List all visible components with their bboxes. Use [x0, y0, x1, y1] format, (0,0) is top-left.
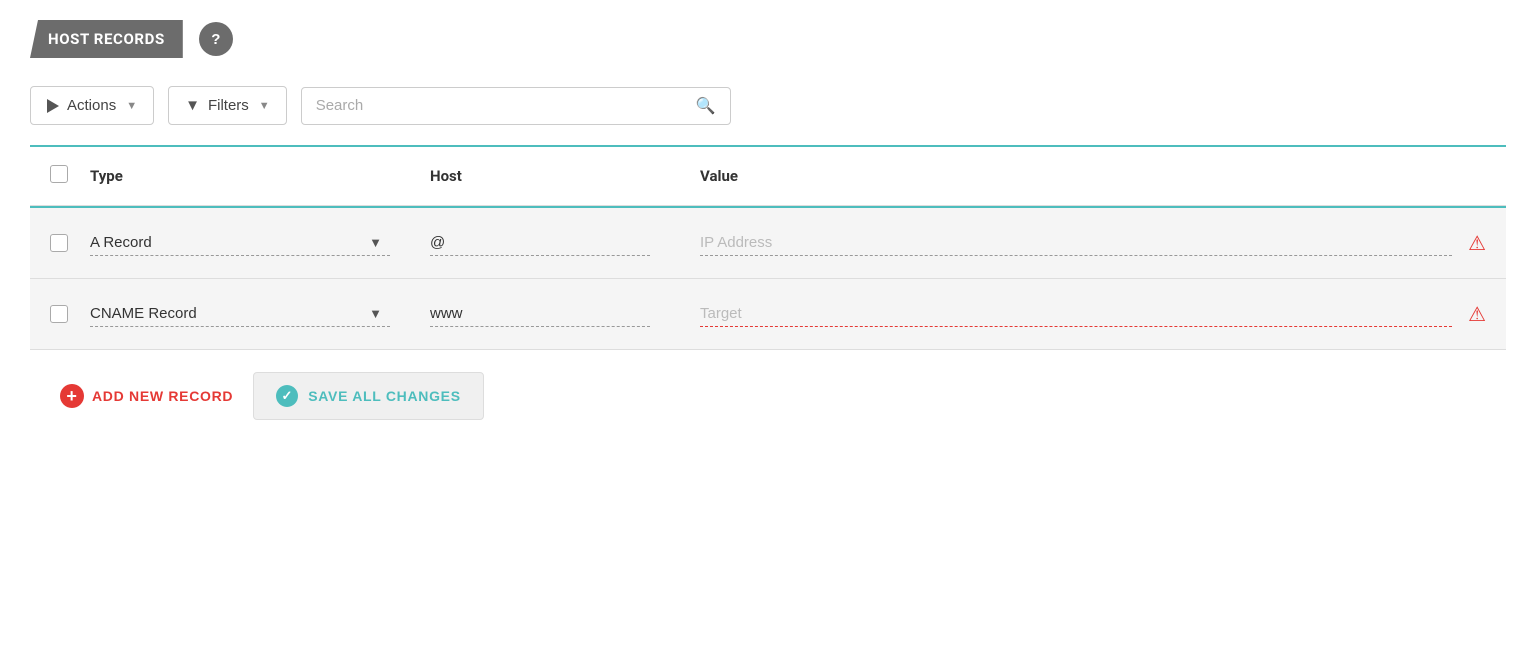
- actions-button[interactable]: Actions ▼: [30, 86, 154, 125]
- filters-label: Filters: [208, 97, 249, 114]
- table-body: A Record AAAA Record CNAME Record MX Rec…: [30, 206, 1506, 350]
- type-column-header: Type: [90, 167, 430, 185]
- row-1-value-col: ⚠: [700, 230, 1486, 256]
- row-1-host-col: [430, 230, 700, 256]
- row-2-type-select-wrapper: A Record AAAA Record CNAME Record MX Rec…: [90, 301, 390, 327]
- row-2-type-col: A Record AAAA Record CNAME Record MX Rec…: [90, 301, 430, 327]
- host-column-header: Host: [430, 167, 700, 185]
- row-2-host-input[interactable]: [430, 301, 650, 327]
- actions-chevron-icon: ▼: [126, 100, 137, 112]
- row-1-warning-icon: ⚠: [1468, 231, 1486, 255]
- row-2-value-input[interactable]: [700, 301, 1452, 327]
- row-1-value-input[interactable]: [700, 230, 1452, 256]
- add-record-button[interactable]: + ADD NEW RECORD: [60, 384, 233, 408]
- value-label: Value: [700, 167, 738, 185]
- row-1-type-select[interactable]: A Record AAAA Record CNAME Record MX Rec…: [90, 230, 390, 256]
- filters-chevron-icon: ▼: [259, 100, 270, 112]
- row-checkbox-col: [50, 234, 90, 252]
- row-1-type-col: A Record AAAA Record CNAME Record MX Rec…: [90, 230, 430, 256]
- row-2-warning-icon: ⚠: [1468, 302, 1486, 326]
- table-row: A Record AAAA Record CNAME Record MX Rec…: [30, 279, 1506, 350]
- table-header: Type Host Value: [30, 147, 1506, 206]
- footer-row: + ADD NEW RECORD ✓ SAVE ALL CHANGES: [30, 350, 1506, 442]
- row-1-type-select-wrapper: A Record AAAA Record CNAME Record MX Rec…: [90, 230, 390, 256]
- save-changes-label: SAVE ALL CHANGES: [308, 388, 461, 404]
- value-column-header: Value: [700, 167, 1486, 185]
- header-checkbox-col: [50, 165, 90, 187]
- search-wrapper: 🔍: [301, 87, 731, 125]
- row-1-checkbox[interactable]: [50, 234, 68, 252]
- search-icon: 🔍: [696, 96, 716, 116]
- actions-label: Actions: [67, 97, 116, 114]
- search-input[interactable]: [316, 97, 696, 114]
- save-changes-button[interactable]: ✓ SAVE ALL CHANGES: [253, 372, 484, 420]
- help-icon: ?: [211, 31, 220, 48]
- add-record-label: ADD NEW RECORD: [92, 388, 233, 404]
- row-checkbox-col: [50, 305, 90, 323]
- table-row: A Record AAAA Record CNAME Record MX Rec…: [30, 208, 1506, 279]
- select-all-checkbox[interactable]: [50, 165, 68, 183]
- page-title: HOST RECORDS: [48, 30, 165, 48]
- search-button[interactable]: 🔍: [696, 96, 716, 116]
- host-label: Host: [430, 167, 462, 185]
- play-icon: [47, 99, 59, 113]
- header-row: HOST RECORDS ?: [30, 20, 1506, 58]
- add-icon: +: [60, 384, 84, 408]
- filters-button[interactable]: ▼ Filters ▼: [168, 86, 287, 125]
- toolbar-row: Actions ▼ ▼ Filters ▼ 🔍: [30, 86, 1506, 125]
- help-button[interactable]: ?: [199, 22, 233, 56]
- filter-icon: ▼: [185, 97, 200, 114]
- page-wrapper: HOST RECORDS ? Actions ▼ ▼ Filters ▼ 🔍: [0, 0, 1536, 462]
- row-2-type-select[interactable]: A Record AAAA Record CNAME Record MX Rec…: [90, 301, 390, 327]
- row-2-host-col: [430, 301, 700, 327]
- type-label: Type: [90, 167, 123, 185]
- row-2-value-col: ⚠: [700, 301, 1486, 327]
- row-2-checkbox[interactable]: [50, 305, 68, 323]
- row-1-host-input[interactable]: [430, 230, 650, 256]
- save-check-icon: ✓: [276, 385, 298, 407]
- host-records-badge: HOST RECORDS: [30, 20, 183, 58]
